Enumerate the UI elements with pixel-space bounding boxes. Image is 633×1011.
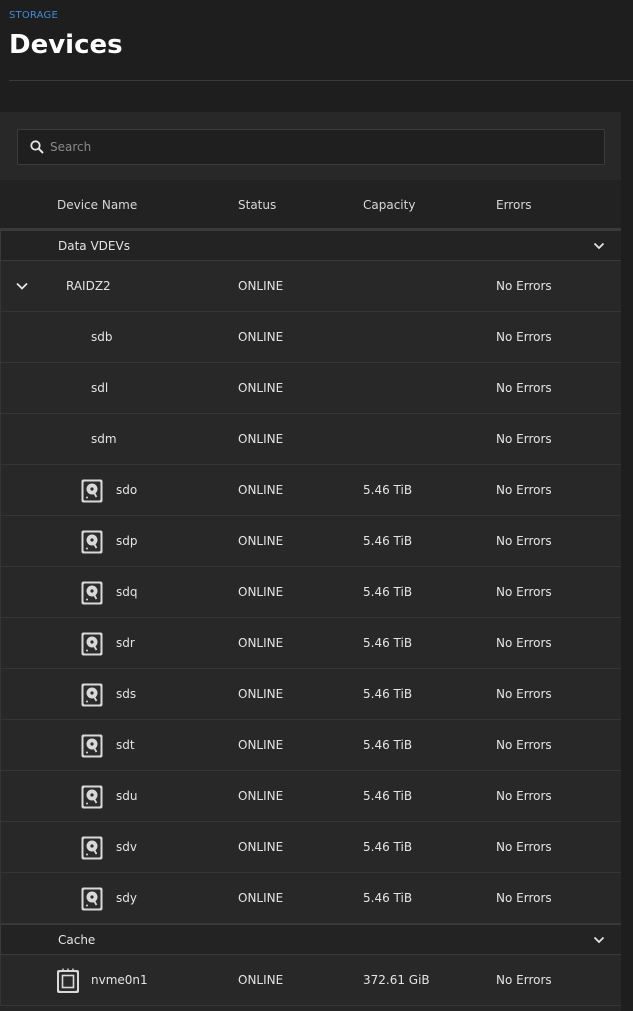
device-status: ONLINE bbox=[238, 738, 284, 752]
device-row-nvme0n1[interactable]: nvme0n1 ONLINE 372.61 GiB No Errors bbox=[0, 955, 621, 1006]
hdd-icon bbox=[81, 683, 103, 707]
device-errors: No Errors bbox=[496, 534, 552, 548]
search-input[interactable] bbox=[50, 130, 590, 164]
device-capacity: 5.46 TiB bbox=[363, 585, 413, 599]
hdd-icon bbox=[81, 887, 103, 911]
breadcrumb[interactable]: STORAGE bbox=[9, 10, 58, 21]
device-row-sdv[interactable]: sdv ONLINE 5.46 TiB No Errors bbox=[0, 822, 621, 873]
search-box[interactable] bbox=[17, 129, 605, 165]
device-row-sdp[interactable]: sdp ONLINE 5.46 TiB No Errors bbox=[0, 516, 621, 567]
hdd-icon bbox=[81, 530, 103, 554]
device-status: ONLINE bbox=[238, 687, 284, 701]
column-capacity[interactable]: Capacity bbox=[363, 198, 415, 212]
device-status: ONLINE bbox=[238, 381, 284, 395]
device-row-sdq[interactable]: sdq ONLINE 5.46 TiB No Errors bbox=[0, 567, 621, 618]
device-name: sds bbox=[116, 687, 137, 701]
device-errors: No Errors bbox=[496, 585, 552, 599]
chevron-down-icon[interactable] bbox=[15, 280, 29, 292]
device-row-sdu[interactable]: sdu ONLINE 5.46 TiB No Errors bbox=[0, 771, 621, 822]
hdd-icon bbox=[81, 785, 103, 809]
search-icon bbox=[30, 140, 44, 154]
device-errors: No Errors bbox=[496, 330, 552, 344]
device-name: sdq bbox=[116, 585, 138, 599]
device-errors: No Errors bbox=[496, 636, 552, 650]
hdd-icon bbox=[81, 836, 103, 860]
device-row-sdt[interactable]: sdt ONLINE 5.46 TiB No Errors bbox=[0, 720, 621, 771]
device-errors: No Errors bbox=[496, 483, 552, 497]
chevron-down-icon[interactable] bbox=[593, 240, 605, 252]
group-label: Data VDEVs bbox=[58, 239, 130, 253]
device-capacity: 5.46 TiB bbox=[363, 534, 413, 548]
device-status: ONLINE bbox=[238, 534, 284, 548]
device-errors: No Errors bbox=[496, 840, 552, 854]
column-device-name[interactable]: Device Name bbox=[57, 198, 137, 212]
device-name: sdy bbox=[116, 891, 137, 905]
hdd-icon bbox=[81, 581, 103, 605]
ssd-icon bbox=[57, 968, 79, 993]
device-row-sdm[interactable]: sdm ONLINE No Errors bbox=[0, 414, 621, 465]
device-status: ONLINE bbox=[238, 973, 284, 987]
device-status: ONLINE bbox=[238, 585, 284, 599]
device-name: sdv bbox=[116, 840, 137, 854]
device-row-sds[interactable]: sds ONLINE 5.46 TiB No Errors bbox=[0, 669, 621, 720]
device-name: nvme0n1 bbox=[91, 973, 148, 987]
device-capacity: 5.46 TiB bbox=[363, 891, 413, 905]
device-name: sdr bbox=[116, 636, 135, 650]
device-errors: No Errors bbox=[496, 432, 552, 446]
device-errors: No Errors bbox=[496, 973, 552, 987]
device-name: sdu bbox=[116, 789, 138, 803]
page-title: Devices bbox=[9, 30, 123, 60]
device-name: sdp bbox=[116, 534, 138, 548]
device-capacity: 5.46 TiB bbox=[363, 738, 413, 752]
device-errors: No Errors bbox=[496, 687, 552, 701]
hdd-icon bbox=[81, 479, 103, 503]
device-status: ONLINE bbox=[238, 483, 284, 497]
group-row-cache[interactable]: Cache bbox=[0, 924, 621, 955]
search-area bbox=[0, 112, 621, 180]
device-errors: No Errors bbox=[496, 279, 552, 293]
device-capacity: 5.46 TiB bbox=[363, 636, 413, 650]
column-status[interactable]: Status bbox=[238, 198, 276, 212]
device-name: sdb bbox=[91, 330, 113, 344]
device-row-sdl[interactable]: sdl ONLINE No Errors bbox=[0, 363, 621, 414]
device-row-sdb[interactable]: sdb ONLINE No Errors bbox=[0, 312, 621, 363]
device-errors: No Errors bbox=[496, 381, 552, 395]
table-header: Device Name Status Capacity Errors bbox=[0, 180, 621, 230]
device-name: sdl bbox=[91, 381, 109, 395]
device-row-sdo[interactable]: sdo ONLINE 5.46 TiB No Errors bbox=[0, 465, 621, 516]
column-errors[interactable]: Errors bbox=[496, 198, 532, 212]
device-row-sdy[interactable]: sdy ONLINE 5.46 TiB No Errors bbox=[0, 873, 621, 924]
device-errors: No Errors bbox=[496, 891, 552, 905]
device-capacity: 5.46 TiB bbox=[363, 483, 413, 497]
device-table: Data VDEVs RAIDZ2 ONLINE No Errors sdb ON… bbox=[0, 230, 621, 1006]
hdd-icon bbox=[81, 632, 103, 656]
title-divider bbox=[9, 80, 633, 81]
device-capacity: 372.61 GiB bbox=[363, 973, 430, 987]
group-label: Cache bbox=[58, 933, 96, 947]
device-name: sdm bbox=[91, 432, 117, 446]
device-status: ONLINE bbox=[238, 789, 284, 803]
device-capacity: 5.46 TiB bbox=[363, 789, 413, 803]
device-errors: No Errors bbox=[496, 738, 552, 752]
device-status: ONLINE bbox=[238, 636, 284, 650]
vdev-row-raidz2[interactable]: RAIDZ2 ONLINE No Errors bbox=[0, 261, 621, 312]
device-name: RAIDZ2 bbox=[66, 279, 111, 293]
device-capacity: 5.46 TiB bbox=[363, 840, 413, 854]
device-capacity: 5.46 TiB bbox=[363, 687, 413, 701]
cache-disk-list: nvme0n1 ONLINE 372.61 GiB No Errors bbox=[0, 955, 621, 1006]
device-name: sdt bbox=[116, 738, 135, 752]
group-row-data-vdevs[interactable]: Data VDEVs bbox=[0, 230, 621, 261]
hdd-icon bbox=[81, 734, 103, 758]
device-status: ONLINE bbox=[238, 432, 284, 446]
chevron-down-icon[interactable] bbox=[593, 934, 605, 946]
device-status: ONLINE bbox=[238, 840, 284, 854]
data-disk-list: sdb ONLINE No Errors sdl ONLINE No Errors sdm O… bbox=[0, 312, 621, 924]
device-status: ONLINE bbox=[238, 891, 284, 905]
devices-panel: Device Name Status Capacity Errors Data … bbox=[0, 112, 621, 1011]
device-row-sdr[interactable]: sdr ONLINE 5.46 TiB No Errors bbox=[0, 618, 621, 669]
device-name: sdo bbox=[116, 483, 138, 497]
device-status: ONLINE bbox=[238, 279, 284, 293]
device-errors: No Errors bbox=[496, 789, 552, 803]
device-status: ONLINE bbox=[238, 330, 284, 344]
